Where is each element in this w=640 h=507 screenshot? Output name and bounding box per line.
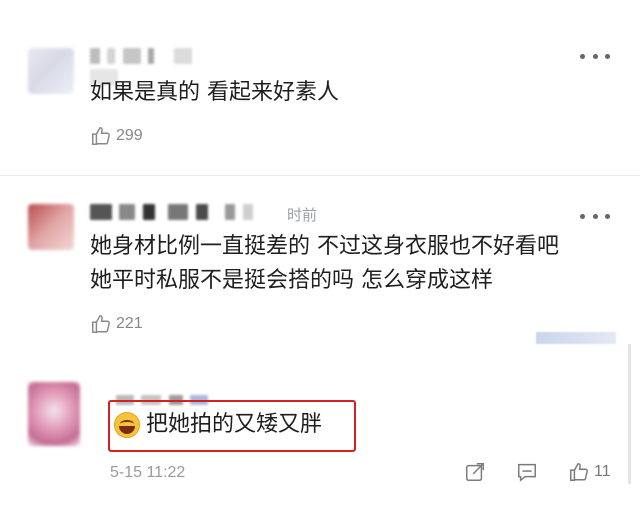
reply-text: 把她拍的又矮又胖 [114,410,322,440]
comment-text: 如果是真的 看起来好素人 [90,80,339,105]
like-button[interactable]: 221 [90,312,143,336]
like-button[interactable]: 299 [90,124,143,148]
username[interactable] [90,48,200,85]
thumbs-up-icon [92,127,110,145]
comment-button[interactable] [516,461,538,483]
more-dots-icon [580,213,585,219]
thumbs-up-icon [570,463,588,481]
comment-item-2: 时前 她身材比例一直挺差的 不过这身衣服也不好看吧 她平时私服不是挺会搭的吗 怎… [0,176,640,346]
more-options-button[interactable] [580,210,610,222]
reply-body: 把她拍的又矮又胖 [146,412,323,437]
comment-text-line-1: 她身材比例一直挺差的 不过这身衣服也不好看吧 [90,234,559,259]
comment-item-1: 如果是真的 看起来好素人 299 [0,0,640,170]
more-replies-link[interactable] [536,332,616,344]
like-count: 299 [116,127,143,144]
crying-laughing-emoji-icon [114,412,140,438]
share-button[interactable] [464,461,486,483]
reply-timestamp: 5-15 11:22 [110,464,186,481]
like-button[interactable]: 11 [568,461,611,483]
avatar[interactable] [28,382,80,446]
avatar[interactable] [28,204,74,250]
more-dots-icon [580,53,585,59]
avatar[interactable] [28,48,74,94]
share-icon [466,463,484,481]
comment-icon [518,463,536,482]
comment-text-line-2: 她平时私服不是挺会搭的吗 怎么穿成这样 [90,268,493,293]
reply-item: 把她拍的又矮又胖 5-15 11:22 11 [0,376,640,507]
timestamp-suffix: 时前 [287,207,318,224]
thumbs-up-icon [92,315,110,333]
like-count: 11 [594,463,611,480]
more-options-button[interactable] [580,50,610,62]
username[interactable] [90,204,290,220]
like-count: 221 [116,315,143,332]
